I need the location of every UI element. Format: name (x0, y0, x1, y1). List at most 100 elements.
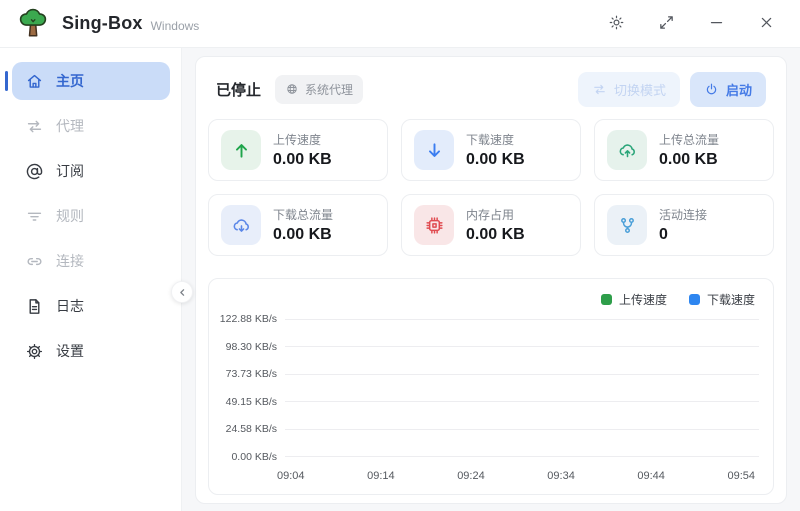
sidebar-item-logs[interactable]: 日志 (12, 287, 170, 325)
fork-icon (607, 205, 647, 245)
gridline (285, 319, 759, 320)
traffic-chart: 上传速度 下载速度 122.88 KB/s (208, 278, 774, 495)
stat-card-value: 0.00 KB (659, 151, 719, 169)
app-logo-tree-icon (16, 7, 50, 41)
sidebar-item-label: 连接 (56, 251, 84, 271)
switch-mode-button[interactable]: 切换模式 (578, 72, 680, 107)
sidebar-collapse-button[interactable] (171, 281, 193, 303)
stat-card-label: 活动连接 (659, 206, 707, 223)
gridline (285, 346, 759, 347)
stat-card-value: 0.00 KB (466, 226, 525, 244)
start-button[interactable]: 启动 (690, 72, 766, 107)
app-title: Sing-Box (62, 13, 143, 34)
sidebar-item-label: 日志 (56, 296, 84, 316)
stat-card: 上传总流量 0.00 KB (594, 119, 774, 181)
chart-grid-row: 49.15 KB/s (219, 396, 759, 408)
上传速度: 上传速度 (601, 291, 667, 308)
app-platform-label: Windows (151, 15, 200, 33)
chart-grid: 122.88 KB/s 98.30 KB/s 73.73 KB/s (219, 313, 759, 463)
下载速度: 下载速度 (689, 291, 755, 308)
legend-label: 下载速度 (707, 291, 755, 308)
close-button[interactable] (746, 8, 786, 40)
x-axis-tick-label: 09:34 (547, 470, 575, 484)
x-axis: 09:04 09:14 09:24 09:34 09:44 09:54 (277, 470, 755, 484)
chart-legend: 上传速度 下载速度 (219, 291, 755, 307)
stat-card: 下载总流量 0.00 KB (208, 194, 388, 256)
stat-card-label: 下载速度 (466, 131, 525, 148)
sidebar-item-label: 订阅 (56, 161, 84, 181)
swap-arrows-icon (24, 116, 44, 136)
y-axis-tick-label: 24.58 KB/s (219, 423, 285, 435)
x-axis-tick-label: 09:14 (367, 470, 395, 484)
theme-toggle-button[interactable] (596, 8, 636, 40)
legend-swatch (689, 294, 700, 305)
x-axis-tick-label: 09:24 (457, 470, 485, 484)
at-sign-icon (24, 161, 44, 181)
sidebar: 主页 代理 订阅 规则 连接 日志 (0, 48, 182, 511)
gear-icon (24, 341, 44, 361)
chart-grid-row: 0.00 KB/s (219, 451, 759, 463)
chart-grid-row: 122.88 KB/s (219, 313, 759, 325)
file-icon (24, 296, 44, 316)
fullscreen-button[interactable] (646, 8, 686, 40)
y-axis-tick-label: 49.15 KB/s (219, 396, 285, 408)
titlebar: Sing-Box Windows (0, 0, 800, 48)
chart-grid-row: 98.30 KB/s (219, 341, 759, 353)
x-axis-tick-label: 09:04 (277, 470, 305, 484)
close-icon (758, 14, 775, 34)
gridline (285, 456, 759, 457)
stat-card-label: 下载总流量 (273, 206, 333, 223)
stat-card: 内存占用 0.00 KB (401, 194, 581, 256)
sidebar-item-home[interactable]: 主页 (12, 62, 170, 100)
stat-card-value: 0.00 KB (466, 151, 525, 169)
stat-card: 活动连接 0 (594, 194, 774, 256)
system-proxy-badge[interactable]: 系统代理 (275, 75, 363, 104)
y-axis-tick-label: 0.00 KB/s (219, 451, 285, 463)
power-icon (704, 82, 719, 97)
y-axis-tick-label: 98.30 KB/s (219, 341, 285, 353)
sidebar-item-settings[interactable]: 设置 (12, 332, 170, 370)
sidebar-item-label: 规则 (56, 206, 84, 226)
stat-card-value: 0.00 KB (273, 151, 332, 169)
arrow-up-icon (221, 130, 261, 170)
minimize-button[interactable] (696, 8, 736, 40)
cloud-upload-icon (607, 130, 647, 170)
window-controls (586, 8, 786, 40)
stat-card: 上传速度 0.00 KB (208, 119, 388, 181)
x-axis-tick-label: 09:54 (727, 470, 755, 484)
y-axis-tick-label: 73.73 KB/s (219, 368, 285, 380)
switch-mode-label: 切换模式 (614, 80, 666, 99)
y-axis-tick-label: 122.88 KB/s (219, 313, 285, 325)
stat-card: 下载速度 0.00 KB (401, 119, 581, 181)
sidebar-item-rules[interactable]: 规则 (12, 197, 170, 235)
dashboard-panel: 已停止 系统代理 切换模式 启动 (195, 56, 787, 504)
sidebar-item-subscription[interactable]: 订阅 (12, 152, 170, 190)
gridline (285, 401, 759, 402)
start-label: 启动 (726, 80, 752, 99)
x-axis-tick-label: 09:44 (637, 470, 665, 484)
gridline (285, 374, 759, 375)
chevron-left-icon (176, 286, 189, 299)
sidebar-item-label: 主页 (56, 71, 84, 91)
globe-icon (285, 82, 299, 96)
system-proxy-label: 系统代理 (305, 81, 353, 98)
legend-label: 上传速度 (619, 291, 667, 308)
gridline (285, 429, 759, 430)
swap-arrows-icon (592, 82, 607, 97)
sidebar-item-proxy[interactable]: 代理 (12, 107, 170, 145)
expand-icon (658, 14, 675, 34)
sun-icon (608, 14, 625, 34)
home-icon (24, 71, 44, 91)
arrow-down-icon (414, 130, 454, 170)
stat-card-label: 内存占用 (466, 206, 525, 223)
cloud-download-icon (221, 205, 261, 245)
status-row: 已停止 系统代理 切换模式 启动 (216, 73, 766, 105)
stat-card-value: 0.00 KB (273, 226, 333, 244)
status-text: 已停止 (216, 79, 261, 100)
filter-icon (24, 206, 44, 226)
sidebar-item-connections[interactable]: 连接 (12, 242, 170, 280)
stat-card-label: 上传速度 (273, 131, 332, 148)
main-content: 已停止 系统代理 切换模式 启动 (182, 48, 800, 511)
cpu-icon (414, 205, 454, 245)
sidebar-item-label: 设置 (56, 341, 84, 361)
